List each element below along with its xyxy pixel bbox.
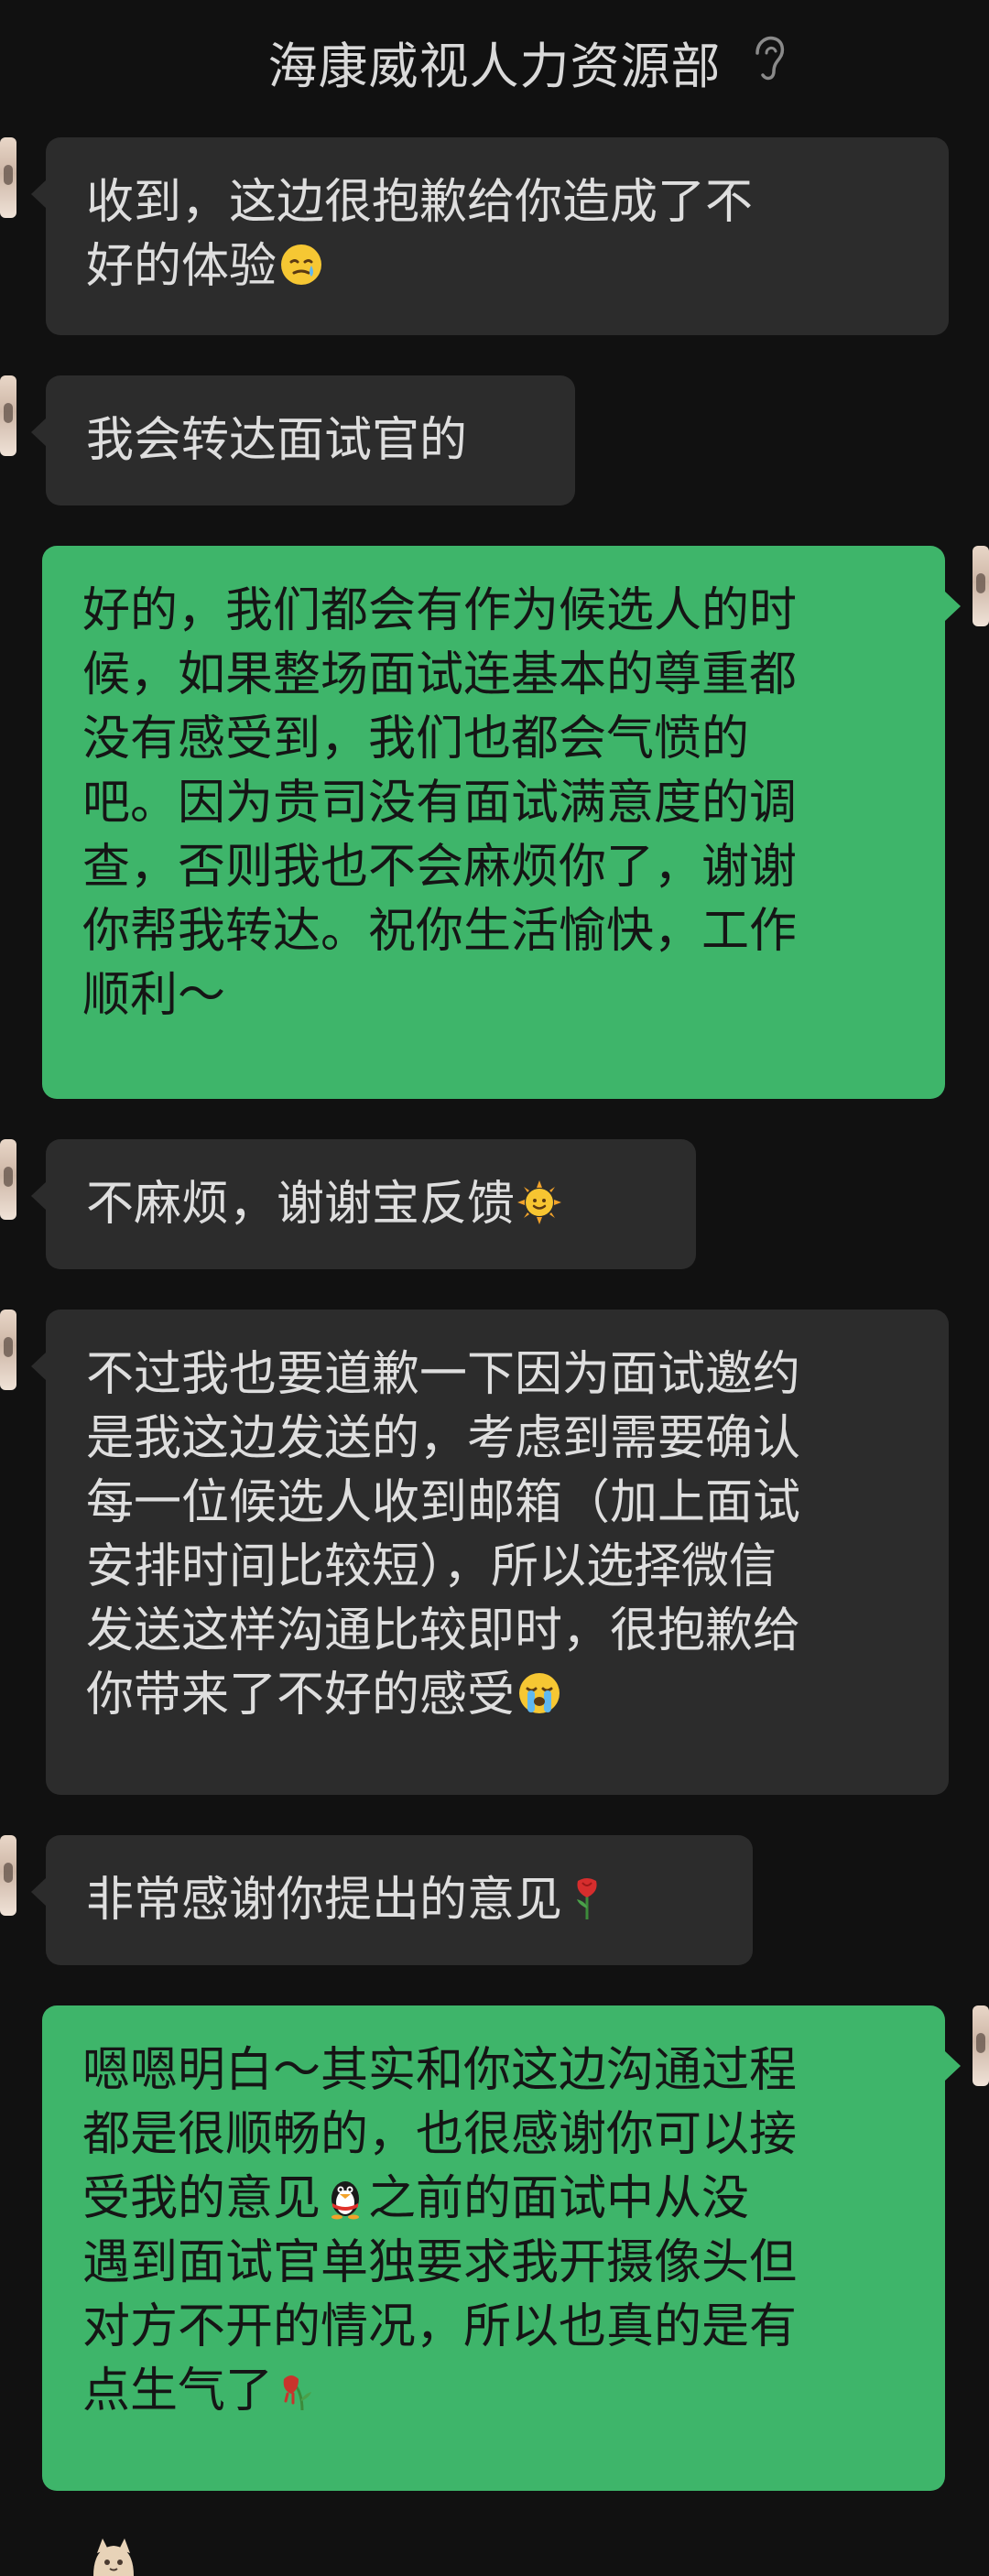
message-bubble-incoming[interactable]: 不麻烦，谢谢宝反馈 [31,1139,696,1269]
message-bubble-incoming[interactable]: 我会转达面试官的 [31,375,575,505]
wilted-flower-emoji-icon [283,2375,312,2411]
sun-emoji-icon [517,1180,562,1224]
chat-header: 海康威视人力资源部 [0,0,989,119]
chat-screen: 海康威视人力资源部 收到，这边很抱歉给你造成了不 好的体验 我会转达面试官的 好… [0,0,989,2576]
contact-avatar[interactable] [0,1835,16,1916]
message-bubble-outgoing[interactable]: 嗯嗯明白～其实和你这边沟通过程 都是很顺畅的，也很感谢你可以接 受我的意见 之前… [42,2005,961,2491]
message-text: 收到，这边很抱歉给你造成了不 好的体验 [86,175,754,294]
contact-avatar[interactable] [0,375,16,456]
contact-avatar[interactable] [0,1310,16,1390]
crying-smile-emoji-icon [281,245,322,285]
my-avatar[interactable] [973,546,989,626]
message-text: 好的，我们都会有作为候选人的时 候，如果整场面试连基本的尊重都 没有感受到，我们… [82,583,798,1023]
message-bubble-incoming[interactable]: 不过我也要道歉一下因为面试邀约 是我这边发送的，考虑到需要确认 每一位候选人收到… [31,1310,949,1795]
contact-avatar[interactable] [0,137,16,218]
loudly-crying-emoji-icon [519,1673,560,1713]
contact-avatar[interactable] [84,2535,143,2576]
rose-emoji-icon [577,1878,597,1919]
message-bubble-incoming[interactable]: 非常感谢你提出的意见 [31,1835,753,1965]
penguin-emoji-icon [331,2181,360,2220]
ear-icon[interactable] [746,33,790,84]
message-text: 我会转达面试官的 [86,413,468,468]
chat-title: 海康威视人力资源部 [267,38,722,95]
message-text: 不过我也要道歉一下因为面试邀约 是我这边发送的，考虑到需要确认 每一位候选人收到… [86,1347,801,1723]
message-bubble-outgoing[interactable]: 好的，我们都会有作为候选人的时 候，如果整场面试连基本的尊重都 没有感受到，我们… [42,546,961,1099]
message-text: 非常感谢你提出的意见 [86,1873,563,1928]
message-bubble-incoming[interactable]: 收到，这边很抱歉给你造成了不 好的体验 [31,137,949,335]
my-avatar[interactable] [973,2005,989,2086]
contact-avatar[interactable] [0,1139,16,1220]
message-text: 不麻烦，谢谢宝反馈 [86,1177,516,1232]
